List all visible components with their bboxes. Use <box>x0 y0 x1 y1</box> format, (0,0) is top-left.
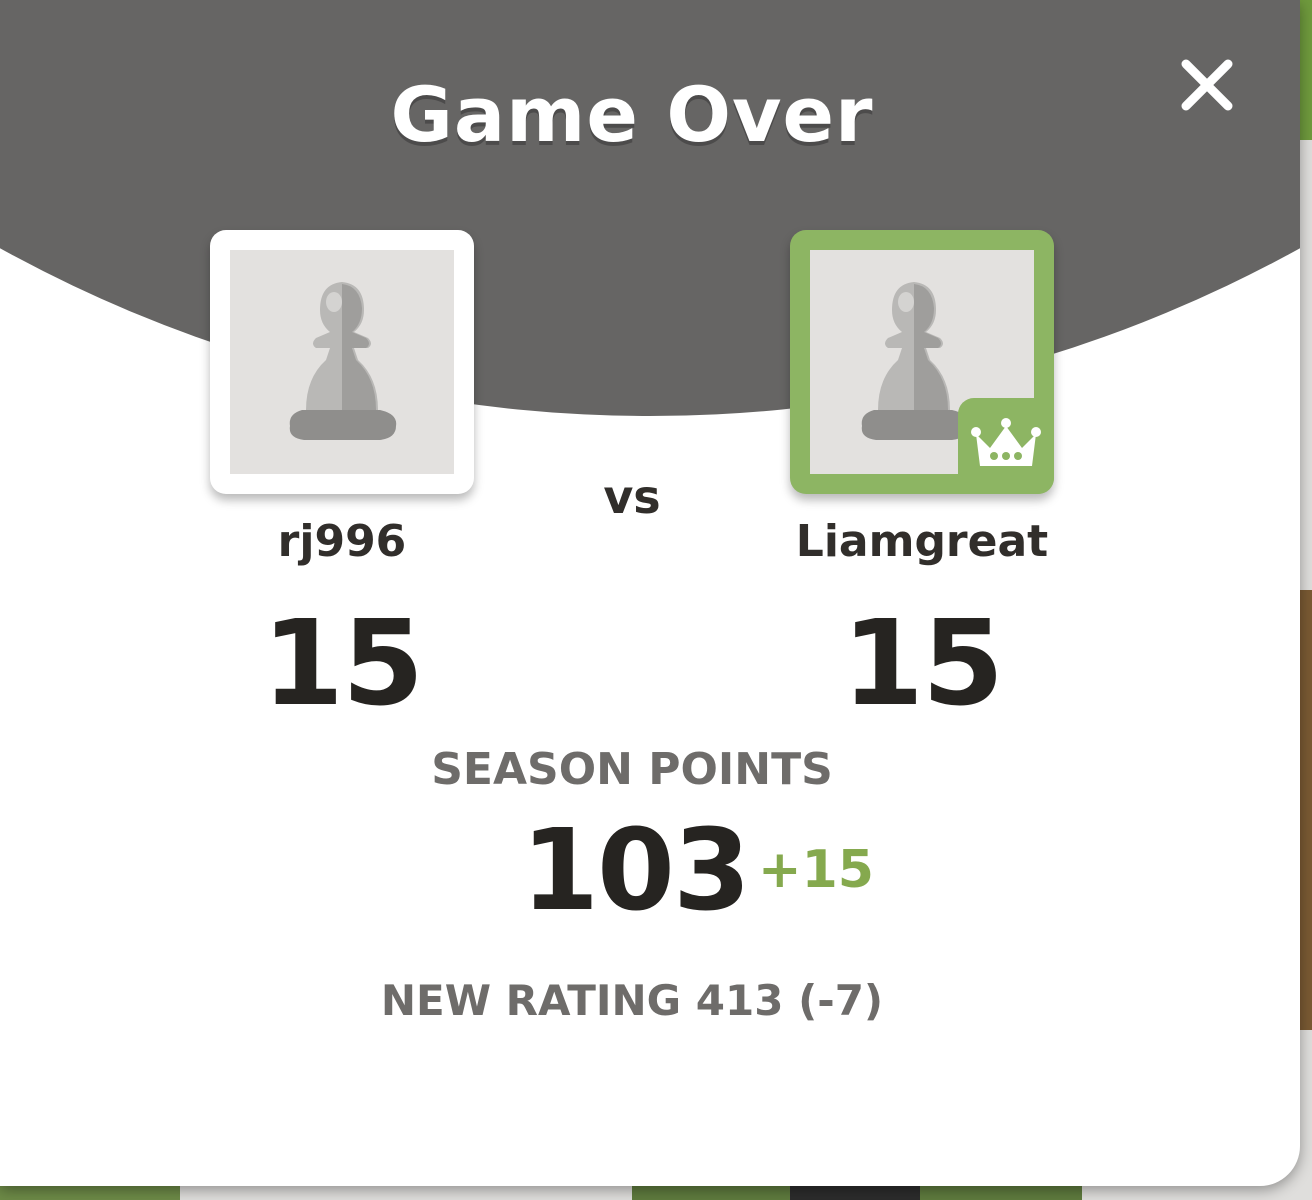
close-button[interactable] <box>1172 50 1242 120</box>
new-rating-text: NEW RATING 413 (-7) <box>380 976 884 1025</box>
background-strip <box>1298 0 1312 140</box>
close-icon <box>1181 59 1233 111</box>
avatar-background <box>230 250 454 474</box>
player-username[interactable]: rj996 <box>142 516 542 567</box>
dialog-title: Game Over <box>390 70 874 159</box>
player-score: 15 <box>261 594 424 732</box>
background-strip <box>1298 590 1312 1030</box>
dialog-header <box>0 0 1300 416</box>
pawn-icon <box>289 282 397 440</box>
game-over-dialog: Game Over vs rj996 Liamgreat 15 15 SEASO… <box>0 0 1300 1186</box>
versus-label: vs <box>603 470 661 524</box>
season-points-label: SEASON POINTS <box>431 744 833 795</box>
winner-badge <box>958 398 1054 494</box>
background-strip <box>0 1186 180 1200</box>
opponent-score: 15 <box>841 594 1004 732</box>
season-points-value: 103 <box>521 806 751 936</box>
crown-icon <box>971 418 1041 466</box>
background-strip <box>790 1186 920 1200</box>
player-avatar[interactable] <box>210 230 474 494</box>
season-points-delta: +15 <box>758 840 874 900</box>
opponent-username[interactable]: Liamgreat <box>722 516 1122 567</box>
